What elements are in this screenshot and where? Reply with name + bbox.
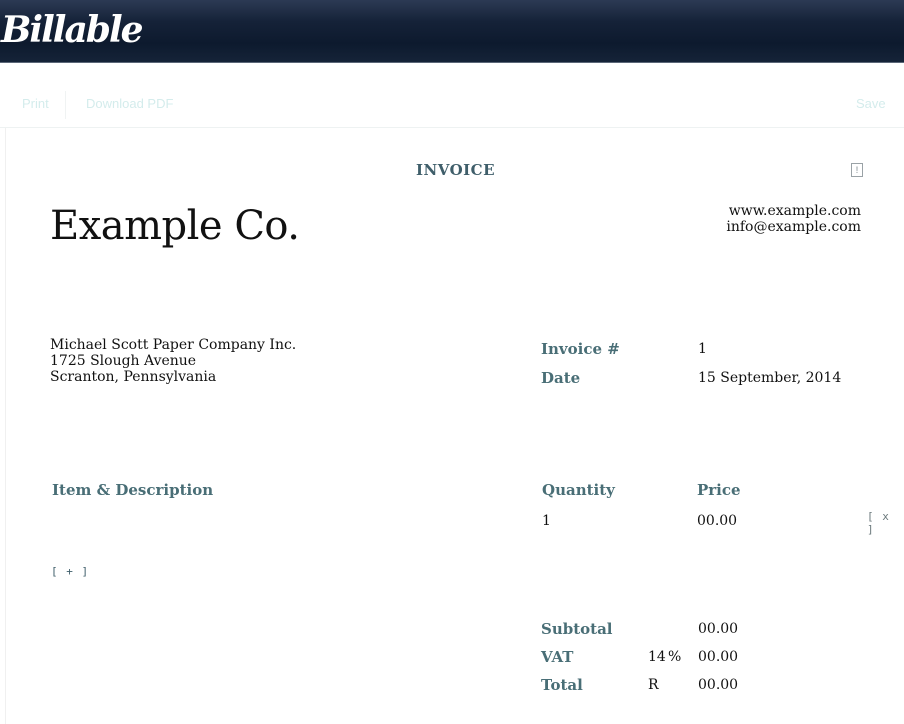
price-header: Price bbox=[697, 481, 741, 499]
subtotal-label: Subtotal bbox=[541, 620, 613, 638]
item-description-header: Item & Description bbox=[52, 481, 214, 499]
add-item-button[interactable]: [ + ] bbox=[51, 565, 89, 578]
vat-percent-sign: % bbox=[668, 649, 682, 665]
save-button[interactable]: Save bbox=[856, 96, 886, 111]
vat-rate-field[interactable]: 14 bbox=[648, 649, 666, 665]
billable-logo[interactable]: Billable bbox=[1, 6, 144, 54]
currency-field[interactable]: R bbox=[648, 677, 659, 693]
total-label: Total bbox=[541, 676, 583, 694]
company-contact: www.example.com info@example.com bbox=[726, 203, 861, 235]
client-name[interactable]: Michael Scott Paper Company Inc. bbox=[50, 337, 296, 353]
client-address: Michael Scott Paper Company Inc. 1725 Sl… bbox=[50, 337, 296, 385]
toolbar: Print Download PDF Save bbox=[0, 63, 904, 128]
invoice-date-value[interactable]: 15 September, 2014 bbox=[698, 370, 841, 386]
info-icon[interactable]: ! bbox=[851, 163, 863, 177]
total-value: 00.00 bbox=[698, 677, 739, 693]
vat-value: 00.00 bbox=[698, 649, 739, 665]
vat-label: VAT bbox=[541, 648, 574, 666]
company-email[interactable]: info@example.com bbox=[726, 219, 861, 235]
item-description-field[interactable] bbox=[52, 512, 512, 530]
company-name[interactable]: Example Co. bbox=[50, 203, 300, 249]
client-city[interactable]: Scranton, Pennsylvania bbox=[50, 369, 296, 385]
client-street[interactable]: 1725 Slough Avenue bbox=[50, 353, 296, 369]
remove-item-button[interactable]: [ x ] bbox=[867, 510, 904, 536]
item-quantity-field[interactable]: 1 bbox=[542, 513, 551, 529]
company-website[interactable]: www.example.com bbox=[726, 203, 861, 219]
invoice-date-label: Date bbox=[541, 369, 581, 387]
print-button[interactable]: Print bbox=[22, 96, 49, 111]
item-price-field[interactable]: 00.00 bbox=[697, 513, 737, 529]
quantity-header: Quantity bbox=[542, 481, 615, 499]
app-header: Billable bbox=[0, 0, 904, 63]
download-pdf-button[interactable]: Download PDF bbox=[86, 96, 173, 111]
invoice-number-label: Invoice # bbox=[541, 340, 620, 358]
invoice-title: INVOICE bbox=[415, 161, 496, 179]
subtotal-value: 00.00 bbox=[698, 621, 739, 637]
toolbar-divider bbox=[65, 91, 66, 119]
invoice-number-value[interactable]: 1 bbox=[698, 341, 707, 357]
